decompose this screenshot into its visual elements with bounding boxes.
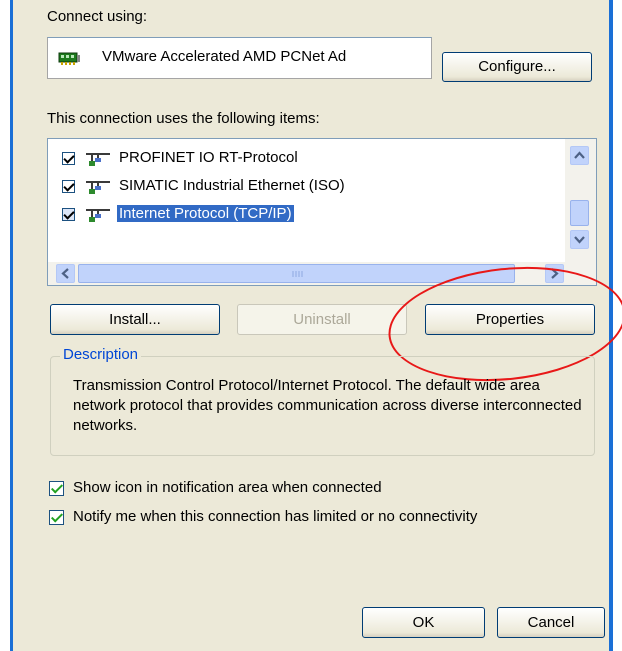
chevron-up-icon <box>574 151 585 159</box>
item-label: PROFINET IO RT-Protocol <box>119 149 298 166</box>
cancel-button[interactable]: Cancel <box>497 607 605 638</box>
items-listbox[interactable]: PROFINET IO RT-Protocol SIMATIC Industri… <box>47 138 597 286</box>
notify-checkbox[interactable] <box>49 510 64 525</box>
vertical-scrollbar[interactable] <box>565 139 596 262</box>
chevron-left-icon <box>61 268 69 279</box>
protocol-icon <box>86 181 110 194</box>
install-button[interactable]: Install... <box>50 304 220 335</box>
description-title: Description <box>60 346 142 363</box>
connection-properties-window: Connect using: VMware Accelerated AMD PC… <box>0 0 622 651</box>
scroll-up-button[interactable] <box>570 146 589 165</box>
chevron-down-icon <box>574 236 585 244</box>
vertical-scroll-thumb[interactable] <box>570 200 589 226</box>
scroll-left-button[interactable] <box>56 264 75 283</box>
show-icon-checkbox[interactable] <box>49 481 64 496</box>
item-label-selected: Internet Protocol (TCP/IP) <box>117 205 294 222</box>
item-checkbox[interactable] <box>62 152 75 165</box>
connect-using-label: Connect using: <box>47 8 148 25</box>
item-checkbox[interactable] <box>62 208 75 221</box>
adapter-name: VMware Accelerated AMD PCNet Ad <box>102 48 347 65</box>
show-icon-label: Show icon in notification area when conn… <box>73 479 382 496</box>
network-card-icon <box>58 52 80 65</box>
ok-button[interactable]: OK <box>362 607 485 638</box>
item-checkbox[interactable] <box>62 180 75 193</box>
notify-label: Notify me when this connection has limit… <box>73 508 478 525</box>
scroll-down-button[interactable] <box>570 230 589 249</box>
items-label: This connection uses the following items… <box>47 110 320 127</box>
item-label: SIMATIC Industrial Ethernet (ISO) <box>119 177 345 194</box>
configure-button[interactable]: Configure... <box>442 52 592 82</box>
protocol-icon <box>86 153 110 166</box>
uninstall-button[interactable]: Uninstall <box>237 304 407 335</box>
adapter-field: VMware Accelerated AMD PCNet Ad <box>47 37 432 79</box>
description-text: Transmission Control Protocol/Internet P… <box>73 377 582 434</box>
protocol-icon <box>86 209 110 222</box>
